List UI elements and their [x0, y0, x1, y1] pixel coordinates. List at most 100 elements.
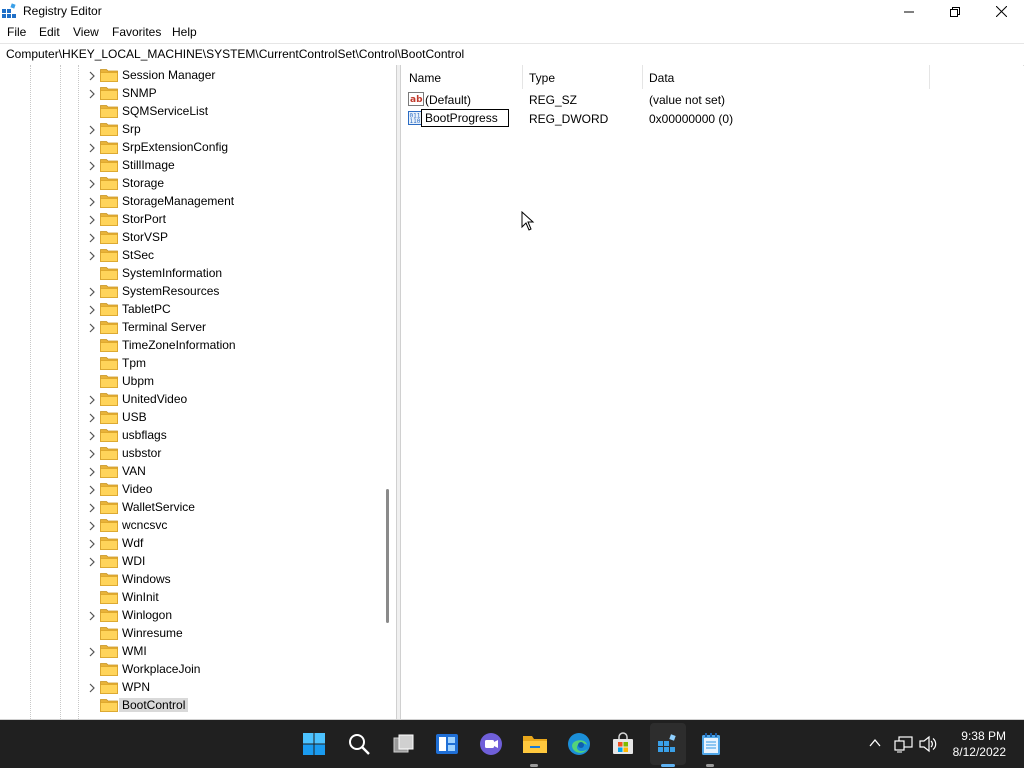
- chevron-right-icon[interactable]: [87, 557, 97, 567]
- chevron-right-icon[interactable]: [87, 611, 97, 621]
- value-row-default[interactable]: ab (Default) REG_SZ (value not set): [401, 90, 1023, 109]
- column-data[interactable]: Data: [649, 71, 674, 85]
- tree-item[interactable]: SQMServiceList: [0, 102, 380, 120]
- chevron-right-icon[interactable]: [87, 89, 97, 99]
- tree-item[interactable]: Storage: [0, 174, 380, 192]
- chevron-right-icon[interactable]: [87, 413, 97, 423]
- chevron-right-icon[interactable]: [87, 521, 97, 531]
- menu-favorites[interactable]: Favorites: [112, 25, 161, 39]
- show-desktop-button[interactable]: [1018, 720, 1024, 768]
- notepad-button[interactable]: [697, 730, 725, 758]
- menu-help[interactable]: Help: [172, 25, 197, 39]
- tree-item[interactable]: Ubpm: [0, 372, 380, 390]
- tree-item[interactable]: VAN: [0, 462, 380, 480]
- chevron-right-icon[interactable]: [87, 467, 97, 477]
- title-bar[interactable]: Registry Editor: [0, 0, 1024, 23]
- chevron-right-icon[interactable]: [87, 449, 97, 459]
- column-separator[interactable]: [929, 65, 930, 89]
- chevron-right-icon[interactable]: [87, 647, 97, 657]
- chevron-right-icon[interactable]: [87, 683, 97, 693]
- tree-item[interactable]: StorageManagement: [0, 192, 380, 210]
- chevron-right-icon[interactable]: [87, 197, 97, 207]
- menu-file[interactable]: File: [7, 25, 26, 39]
- restore-button[interactable]: [932, 0, 978, 23]
- tree-item[interactable]: UnitedVideo: [0, 390, 380, 408]
- tree-item[interactable]: WPN: [0, 678, 380, 696]
- volume-icon[interactable]: [918, 735, 938, 753]
- tree-item[interactable]: SystemInformation: [0, 264, 380, 282]
- registry-editor-taskbar-button[interactable]: [654, 730, 682, 758]
- chevron-right-icon[interactable]: [87, 539, 97, 549]
- chevron-right-icon[interactable]: [87, 161, 97, 171]
- tree-item[interactable]: Winlogon: [0, 606, 380, 624]
- chevron-up-icon[interactable]: [868, 736, 882, 750]
- chevron-right-icon[interactable]: [87, 323, 97, 333]
- tree-item[interactable]: Srp: [0, 120, 380, 138]
- tree-item[interactable]: Video: [0, 480, 380, 498]
- tree-item[interactable]: USB: [0, 408, 380, 426]
- tree-item[interactable]: usbflags: [0, 426, 380, 444]
- tree-item[interactable]: usbstor: [0, 444, 380, 462]
- tree-item[interactable]: Terminal Server: [0, 318, 380, 336]
- column-separator[interactable]: [642, 65, 643, 89]
- key-tree-pane[interactable]: Session Manager SNMP SQMServiceList Srp SrpE…: [0, 65, 396, 719]
- network-icon[interactable]: [894, 735, 914, 753]
- chevron-right-icon[interactable]: [87, 179, 97, 189]
- tree-item[interactable]: TimeZoneInformation: [0, 336, 380, 354]
- tree-item[interactable]: Tpm: [0, 354, 380, 372]
- tree-item[interactable]: Winresume: [0, 624, 380, 642]
- clock-date[interactable]: 8/12/2022: [940, 745, 1006, 759]
- tree-scrollbar-thumb[interactable]: [386, 489, 389, 623]
- column-name[interactable]: Name: [409, 71, 441, 85]
- tree-item[interactable]: TabletPC: [0, 300, 380, 318]
- chevron-right-icon[interactable]: [87, 395, 97, 405]
- menu-view[interactable]: View: [73, 25, 99, 39]
- chevron-right-icon[interactable]: [87, 503, 97, 513]
- chevron-right-icon[interactable]: [87, 215, 97, 225]
- tree-item[interactable]: BootControl: [0, 696, 380, 714]
- chevron-right-icon[interactable]: [87, 431, 97, 441]
- tree-item[interactable]: WalletService: [0, 498, 380, 516]
- tree-item[interactable]: SystemResources: [0, 282, 380, 300]
- tree-item[interactable]: StillImage: [0, 156, 380, 174]
- tree-item[interactable]: WDI: [0, 552, 380, 570]
- column-separator[interactable]: [522, 65, 523, 89]
- tree-item[interactable]: Wdf: [0, 534, 380, 552]
- tree-item[interactable]: wcncsvc: [0, 516, 380, 534]
- tree-item[interactable]: StorVSP: [0, 228, 380, 246]
- chevron-right-icon[interactable]: [87, 485, 97, 495]
- tree-item[interactable]: StorPort: [0, 210, 380, 228]
- address-bar[interactable]: Computer\HKEY_LOCAL_MACHINE\SYSTEM\Curre…: [0, 43, 1024, 66]
- chevron-right-icon[interactable]: [87, 305, 97, 315]
- values-pane[interactable]: Name Type Data ab (Default) REG_SZ (valu…: [401, 65, 1023, 719]
- clock-time[interactable]: 9:38 PM: [940, 729, 1006, 743]
- chevron-right-icon[interactable]: [87, 71, 97, 81]
- widgets-button[interactable]: [433, 730, 461, 758]
- tree-item[interactable]: Session Manager: [0, 66, 380, 84]
- chat-button[interactable]: [477, 730, 505, 758]
- chevron-right-icon[interactable]: [87, 287, 97, 297]
- column-type[interactable]: Type: [529, 71, 555, 85]
- tree-item[interactable]: StSec: [0, 246, 380, 264]
- tree-item[interactable]: SrpExtensionConfig: [0, 138, 380, 156]
- taskbar-search-button[interactable]: [345, 730, 373, 758]
- tree-item[interactable]: WorkplaceJoin: [0, 660, 380, 678]
- close-button[interactable]: [978, 0, 1024, 23]
- rename-value-input[interactable]: [421, 109, 509, 127]
- tree-item[interactable]: WMI: [0, 642, 380, 660]
- file-explorer-button[interactable]: [521, 730, 549, 758]
- minimize-button[interactable]: [886, 0, 932, 23]
- chevron-right-icon[interactable]: [87, 233, 97, 243]
- value-row-bootprogress[interactable]: 011 110 REG_DWORD 0x00000000 (0): [401, 109, 1023, 128]
- chevron-right-icon[interactable]: [87, 143, 97, 153]
- store-button[interactable]: [609, 730, 637, 758]
- chevron-right-icon[interactable]: [87, 251, 97, 261]
- edge-button[interactable]: [565, 730, 593, 758]
- tree-item[interactable]: WinInit: [0, 588, 380, 606]
- tree-item[interactable]: Windows: [0, 570, 380, 588]
- task-view-button[interactable]: [390, 730, 418, 758]
- start-button[interactable]: [300, 730, 328, 758]
- chevron-right-icon[interactable]: [87, 125, 97, 135]
- menu-edit[interactable]: Edit: [39, 25, 60, 39]
- tree-item[interactable]: SNMP: [0, 84, 380, 102]
